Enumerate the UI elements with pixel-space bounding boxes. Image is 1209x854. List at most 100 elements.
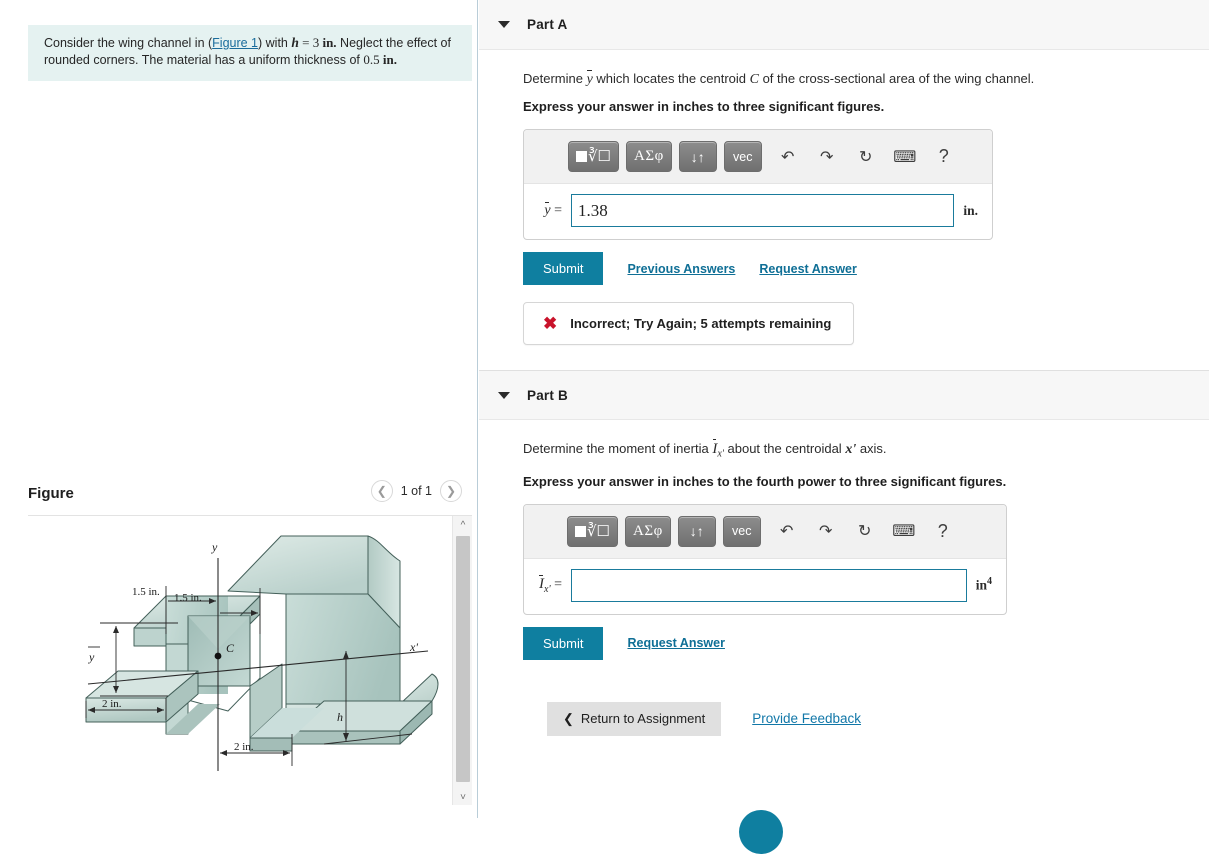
unit-base: in (975, 577, 987, 593)
x-prime-axis-label: x' (409, 640, 418, 654)
part-b-submit-button[interactable]: Submit (523, 626, 604, 660)
thickness-unit: in. (382, 51, 397, 67)
greek-symbols-button[interactable]: ΑΣφ (625, 515, 671, 547)
x-prime-symbol: x' (845, 442, 857, 457)
arrows-button[interactable]: ↓↑ (677, 515, 716, 547)
i-bar-symbol: I (712, 439, 718, 457)
redo-icon[interactable]: ↷ (813, 518, 839, 544)
part-b-answer-widget: ∛☐ ΑΣφ ↓↑ vec ↶ ↷ ↻ ⌨ ? Ix' = in4 (523, 503, 1007, 615)
part-b-actions: Submit Request Answer (523, 626, 1209, 660)
q-tail: of the cross-sectional area of the wing … (758, 71, 1035, 86)
figure-header: Figure ❮ 1 of 1 ❯ (28, 480, 472, 516)
dim-1-5-right: 1.5 in. (174, 592, 202, 604)
figure-prev-button[interactable]: ❮ (370, 480, 393, 502)
i-var-subscript: x' (544, 583, 551, 595)
vector-button[interactable]: vec (722, 515, 761, 547)
h-value: = 3 (298, 35, 323, 50)
dim-2-bottom: 2 in. (234, 741, 254, 753)
return-to-assignment-button[interactable]: ❮ Return to Assignment (547, 701, 722, 736)
part-a-submit-button[interactable]: Submit (523, 252, 604, 285)
footer-actions: ❮ Return to Assignment Provide Feedback (523, 701, 1209, 736)
y-bar-var: y (544, 201, 551, 218)
centroid-symbol: C (749, 72, 759, 87)
part-b-question: Determine the moment of inertia Ix' abou… (523, 439, 1209, 464)
q-mid: about the centroidal (723, 441, 846, 456)
part-b-variable-label: Ix' = (536, 574, 562, 595)
q-lead: Determine the moment of inertia (523, 441, 713, 456)
part-a-header[interactable]: Part A (479, 0, 1209, 50)
reset-icon[interactable]: ↻ (853, 144, 879, 170)
centroid-label: C (226, 641, 235, 655)
keyboard-icon[interactable]: ⌨ (892, 144, 918, 170)
i-bar-var: I (539, 574, 545, 592)
part-b-answer-row: Ix' = in4 (524, 559, 1006, 614)
dim-1-5-left: 1.5 in. (132, 586, 160, 598)
part-a-instruction: Express your answer in inches to three s… (523, 99, 885, 114)
caret-down-icon[interactable] (498, 21, 510, 28)
provide-feedback-link[interactable]: Provide Feedback (752, 711, 861, 726)
svg-text:y: y (88, 650, 95, 664)
part-b-title: Part B (527, 387, 568, 403)
scroll-down-icon[interactable]: ˅ (453, 788, 472, 805)
part-b-body: Determine the moment of inertia Ix' abou… (479, 420, 1209, 736)
vector-button[interactable]: vec (723, 141, 762, 172)
part-a-title: Part A (527, 17, 568, 32)
greek-symbols-button[interactable]: ΑΣφ (626, 141, 672, 172)
redo-icon[interactable]: ↷ (814, 144, 840, 170)
chevron-left-icon: ❮ (563, 710, 574, 726)
q-lead: Determine (523, 71, 587, 86)
math-template-button[interactable]: ∛☐ (568, 141, 620, 172)
part-b-unit: in4 (976, 576, 992, 594)
figure-1-link[interactable]: Figure 1 (212, 36, 258, 50)
part-a-actions: Submit Previous Answers Request Answer (523, 252, 1209, 285)
page-root: Consider the wing channel in (Figure 1) … (0, 0, 1209, 854)
q-mid: which locates the centroid (592, 71, 750, 86)
x-mark-icon: ✖ (543, 314, 558, 333)
figure-next-button[interactable]: ❯ (440, 480, 462, 502)
thickness-value: 0.5 (363, 51, 383, 67)
figure-counter: 1 of 1 (400, 484, 432, 498)
caret-down-icon[interactable] (498, 391, 510, 399)
problem-text-1: Consider the wing channel in ( (44, 36, 213, 50)
previous-answers-link[interactable]: Previous Answers (627, 262, 735, 276)
undo-icon[interactable]: ↶ (775, 144, 801, 170)
part-b-answer-input[interactable] (571, 568, 967, 602)
h-label: h (337, 710, 343, 724)
figure-navigation: ❮ 1 of 1 ❯ (370, 480, 462, 502)
math-template-button[interactable]: ∛☐ (567, 515, 619, 547)
unit-exponent: 4 (987, 576, 992, 588)
h-unit: in. (322, 35, 337, 50)
part-a-answer-row: y = in. (524, 184, 992, 239)
part-b-header[interactable]: Part B (479, 370, 1209, 420)
help-icon[interactable]: ? (930, 518, 956, 544)
keyboard-icon[interactable]: ⌨ (891, 518, 917, 544)
part-a-unit: in. (963, 202, 978, 218)
undo-icon[interactable]: ↶ (774, 518, 800, 544)
y-bar-symbol: y (586, 70, 593, 87)
part-b-math-toolbar: ∛☐ ΑΣφ ↓↑ vec ↶ ↷ ↻ ⌨ ? (524, 504, 1006, 559)
reset-icon[interactable]: ↻ (852, 518, 878, 544)
scrollbar-thumb[interactable] (456, 536, 470, 782)
figure-title: Figure (28, 485, 74, 502)
part-a-request-answer-link[interactable]: Request Answer (759, 262, 856, 276)
part-a-math-toolbar: ∛☐ ΑΣφ ↓↑ vec ↶ ↷ ↻ ⌨ ? (524, 130, 992, 184)
equals-sign: = (550, 576, 562, 592)
help-icon[interactable]: ? (931, 144, 957, 170)
part-b-request-answer-link[interactable]: Request Answer (627, 636, 724, 650)
dim-2-left: 2 in. (102, 698, 122, 710)
problem-statement: Consider the wing channel in (Figure 1) … (28, 25, 472, 81)
problem-text-2: ) with (258, 36, 292, 50)
y-bar-label-group: y (88, 646, 100, 664)
part-a-question: Determine y which locates the centroid C… (523, 70, 1209, 89)
y-axis-label: y (211, 540, 218, 554)
i-subscript: x' (717, 448, 724, 460)
q-tail: axis. (856, 441, 887, 456)
part-a-answer-input[interactable] (571, 194, 955, 227)
arrows-button[interactable]: ↓↑ (678, 141, 717, 172)
scroll-up-icon[interactable]: ^ (453, 516, 472, 534)
equals-sign: = (550, 202, 562, 218)
h-symbol: h (291, 35, 299, 50)
help-chat-button[interactable] (739, 810, 783, 854)
figure-scrollbar[interactable]: ^ ˅ (452, 516, 472, 805)
part-a-variable-label: y = (536, 201, 562, 219)
